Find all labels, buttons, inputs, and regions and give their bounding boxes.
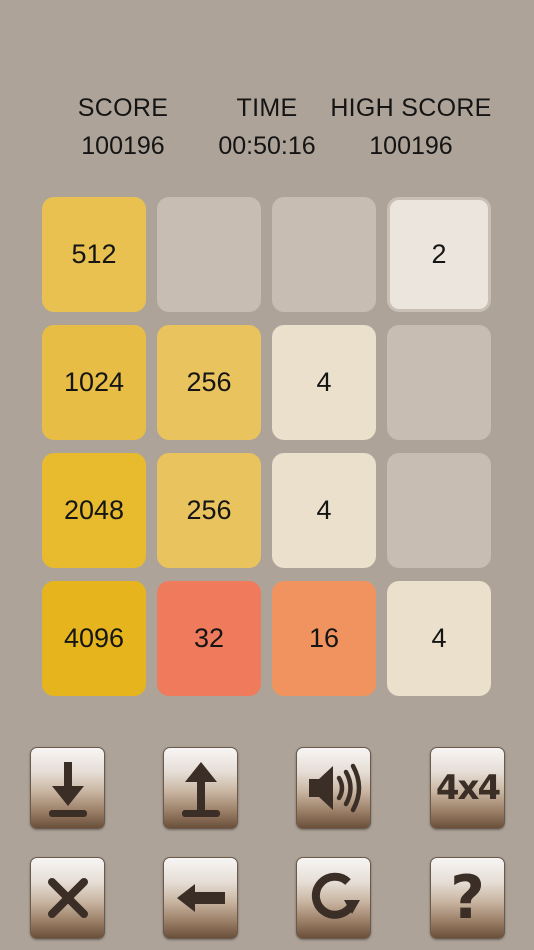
time-display: TIME 00:50:16: [202, 92, 332, 162]
upload-icon: [181, 762, 220, 817]
tile: 1024: [42, 325, 146, 440]
score-display: SCORE 100196: [58, 92, 188, 162]
tile: 4: [272, 453, 376, 568]
restart-button[interactable]: [296, 857, 371, 939]
save-button[interactable]: [30, 747, 105, 829]
time-value: 00:50:16: [218, 132, 316, 160]
close-icon: [47, 878, 88, 918]
undo-button[interactable]: [163, 857, 238, 939]
tile: 16: [272, 581, 376, 696]
close-button[interactable]: [30, 857, 105, 939]
tile: 4096: [42, 581, 146, 696]
high-score-display: HIGH SCORE 100196: [322, 92, 500, 162]
help-button[interactable]: ?: [430, 857, 505, 939]
tile: 32: [157, 581, 261, 696]
empty-cell: [272, 197, 376, 312]
speaker-icon: [308, 763, 361, 813]
empty-cell: [387, 325, 491, 440]
tile: 2: [387, 197, 491, 312]
score-value: 100196: [81, 132, 165, 160]
stats-bar: SCORE 100196 TIME 00:50:16 HIGH SCORE 10…: [0, 92, 534, 172]
tile: 256: [157, 325, 261, 440]
back-arrow-icon: [176, 884, 225, 912]
game-board[interactable]: 512 2 1024 256 4 2048 256 4 4096 32 16 4: [42, 197, 492, 697]
grid-size-button[interactable]: 4x4: [430, 747, 505, 829]
empty-cell: [387, 453, 491, 568]
help-icon: ?: [450, 863, 485, 933]
tile: 2048: [42, 453, 146, 568]
high-score-value: 100196: [369, 132, 453, 160]
restart-icon: [311, 872, 360, 919]
download-icon: [48, 762, 87, 817]
high-score-label: HIGH SCORE: [330, 94, 492, 122]
grid-size-icon: 4x4: [435, 768, 501, 808]
load-button[interactable]: [163, 747, 238, 829]
tile: 256: [157, 453, 261, 568]
time-label: TIME: [236, 94, 298, 122]
tile: 4: [387, 581, 491, 696]
score-label: SCORE: [77, 94, 169, 122]
empty-cell: [157, 197, 261, 312]
tile: 4: [272, 325, 376, 440]
sound-button[interactable]: [296, 747, 371, 829]
tile: 512: [42, 197, 146, 312]
